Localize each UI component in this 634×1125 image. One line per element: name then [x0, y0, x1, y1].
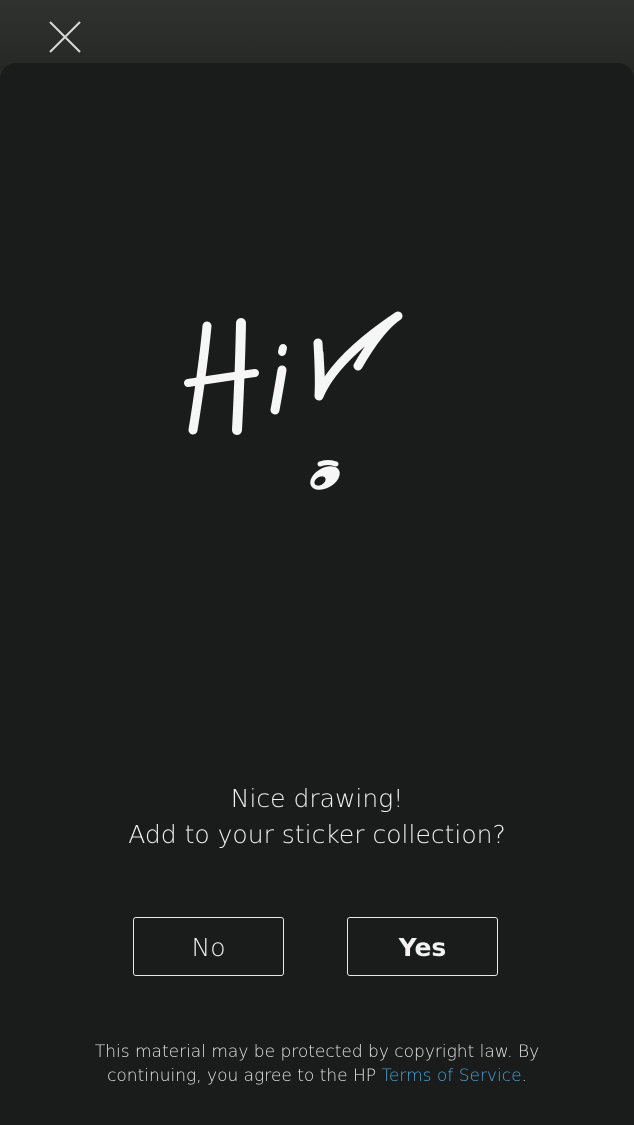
close-icon — [49, 21, 81, 53]
sticker-prompt: Nice drawing! Add to your sticker collec… — [0, 781, 634, 853]
legal-line-1: This material may be protected by copyri… — [94, 1042, 540, 1062]
no-button[interactable]: No — [133, 917, 284, 976]
legal-line-2: continuing, you agree to the HP Terms of… — [0, 1064, 634, 1088]
top-bar — [0, 0, 634, 70]
terms-of-service-link[interactable]: Terms of Service — [381, 1066, 521, 1086]
legal-notice: This material may be protected by copyri… — [0, 1040, 634, 1088]
yes-button[interactable]: Yes — [347, 917, 498, 976]
handwritten-drawing — [184, 311, 403, 490]
sticker-preview-card — [0, 63, 634, 1125]
prompt-title: Nice drawing! — [230, 784, 404, 813]
legal-prefix: continuing, you agree to the HP — [107, 1066, 382, 1086]
prompt-question: Add to your sticker collection? — [128, 820, 506, 849]
legal-suffix: . — [521, 1066, 527, 1086]
screen: Nice drawing! Add to your sticker collec… — [0, 0, 634, 1125]
close-button[interactable] — [44, 18, 84, 58]
